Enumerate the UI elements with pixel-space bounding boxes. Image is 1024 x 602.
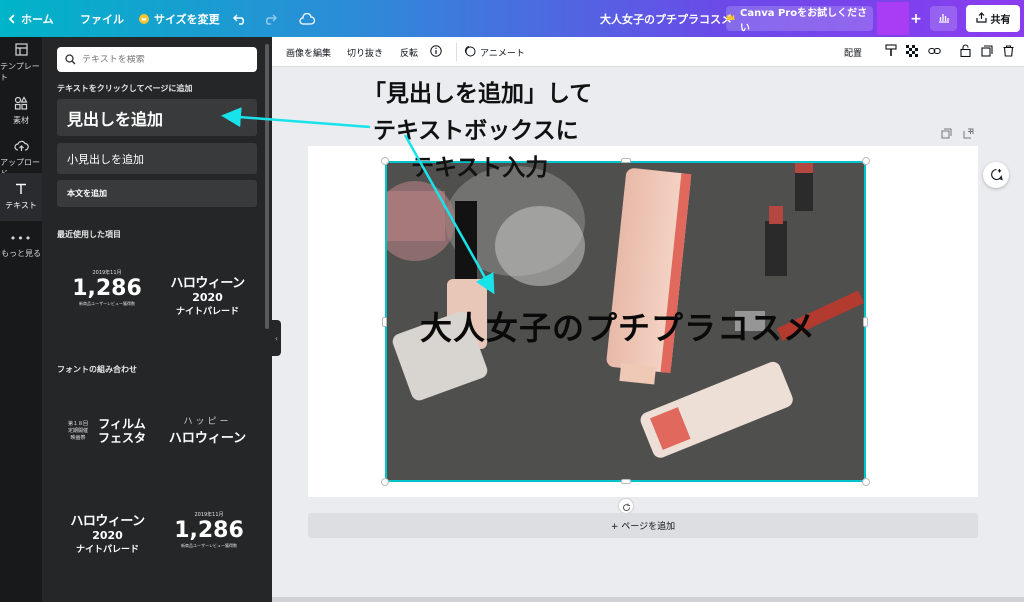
arrow-to-heading-button (221, 107, 371, 129)
annotation-arrows (221, 107, 495, 295)
horizontal-scrollbar[interactable] (272, 597, 1024, 602)
arrow-to-textbox (403, 134, 495, 295)
